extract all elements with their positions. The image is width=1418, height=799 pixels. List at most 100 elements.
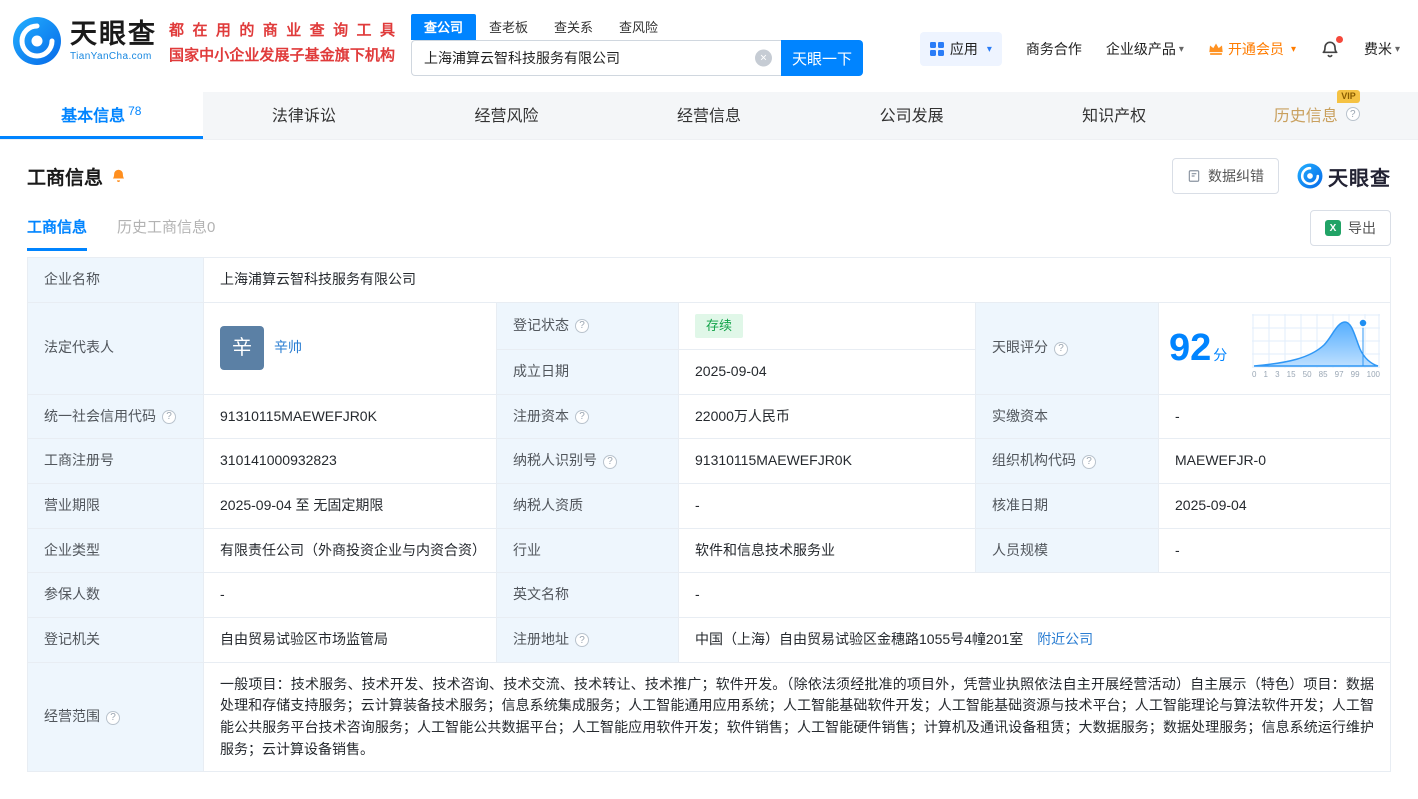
label-company-type: 企业类型	[27, 527, 204, 574]
tab-label: 经营风险	[474, 108, 539, 125]
help-icon[interactable]: ?	[575, 319, 589, 334]
value-industry: 软件和信息技术服务业	[678, 527, 976, 574]
search-button[interactable]: 天眼一下	[781, 40, 863, 76]
table-row: 参保人数 - 英文名称 -	[27, 572, 1391, 618]
label-business-scope: 经营范围?	[27, 661, 204, 773]
value-staff-size: -	[1158, 527, 1391, 574]
value-credit-code: 91310115MAEWEFJR0K	[203, 393, 497, 440]
subtab-business-info[interactable]: 工商信息	[27, 216, 88, 251]
tab-label: 法律诉讼	[271, 108, 336, 125]
export-label: 导出	[1348, 220, 1376, 236]
tab-label: 基本信息 78	[61, 104, 142, 125]
score-tick: 15	[1286, 370, 1296, 380]
tianyancha-logo-icon	[1297, 163, 1323, 189]
value-company-name: 上海浦算云智科技服务有限公司	[203, 257, 1391, 303]
tab-count-badge: 78	[128, 104, 142, 118]
help-icon[interactable]: ?	[603, 454, 617, 469]
help-icon[interactable]: ?	[1054, 341, 1068, 356]
help-icon[interactable]: ?	[1082, 454, 1096, 469]
avatar[interactable]: 辛	[220, 326, 264, 371]
tab-operational-risk[interactable]: 经营风险	[405, 92, 608, 139]
tab-basic-info[interactable]: 基本信息 78	[0, 92, 203, 139]
tab-intellectual-property[interactable]: 知识产权	[1013, 92, 1216, 139]
search-tab-relation[interactable]: 查关系	[541, 14, 606, 40]
tab-legal-proceedings[interactable]: 法律诉讼	[203, 92, 406, 139]
score-tick: 99	[1350, 370, 1360, 380]
value-legal-rep: 辛 辛帅	[203, 301, 497, 395]
section-title: 工商信息	[27, 167, 104, 189]
label-taxpayer-id: 纳税人识别号?	[496, 438, 679, 484]
search-input-wrap: ×	[411, 40, 781, 76]
label-english-name: 英文名称	[496, 572, 679, 618]
value-reg-address: 中国（上海）自由贸易试验区金穗路1055号4幢201室 附近公司	[678, 617, 1391, 663]
nav-cooperation[interactable]: 商务合作	[1026, 39, 1082, 59]
tab-company-development[interactable]: 公司发展	[810, 92, 1013, 139]
label-approval-date: 核准日期	[975, 482, 1159, 529]
nav-enterprise[interactable]: 企业级产品 ▾	[1106, 39, 1184, 59]
value-taxpayer-id: 91310115MAEWEFJR0K	[678, 438, 976, 484]
tianyancha-logo[interactable]: 天眼查 TianYanCha.com	[12, 16, 157, 66]
value-reg-status: 存续	[678, 301, 976, 350]
help-icon[interactable]: ?	[106, 710, 120, 725]
label-company-name: 企业名称	[27, 257, 204, 303]
help-icon[interactable]: ?	[162, 409, 176, 424]
subtab-history-business-info[interactable]: 历史工商信息0	[117, 216, 215, 251]
site-header: 天眼查 TianYanCha.com 都在用的商业查询工具 国家中小企业发展子基…	[0, 0, 1418, 92]
score-tick: 0	[1252, 370, 1257, 380]
value-reg-number: 310141000932823	[203, 438, 497, 484]
user-menu[interactable]: 费米 ▾	[1364, 39, 1400, 59]
search-input[interactable]	[412, 41, 781, 75]
tab-label: 历史信息 VIP	[1274, 90, 1360, 126]
tab-history-info[interactable]: 历史信息 VIP ?	[1215, 90, 1418, 139]
nearby-companies-link[interactable]: 附近公司	[1037, 631, 1093, 647]
apps-grid-icon	[929, 42, 944, 56]
score-unit: 分	[1213, 347, 1228, 364]
nav-vip-upgrade[interactable]: 开通会员 ▾	[1208, 39, 1296, 59]
table-row: 经营范围? 一般项目：技术服务、技术开发、技术咨询、技术交流、技术转让、技术推广…	[27, 661, 1391, 773]
search-clear-icon[interactable]: ×	[755, 49, 772, 67]
legal-rep-link[interactable]: 辛帅	[274, 337, 302, 359]
tab-label: 知识产权	[1082, 108, 1147, 125]
search-tab-boss[interactable]: 查老板	[476, 14, 541, 40]
tianyancha-watermark: 天眼查	[1297, 162, 1391, 191]
notification-dot	[1335, 36, 1343, 43]
apps-menu[interactable]: 应用 ▾	[919, 32, 1002, 66]
notification-bell[interactable]	[1320, 36, 1343, 59]
subtab-count: 0	[207, 219, 216, 236]
vip-badge: VIP	[1337, 90, 1360, 103]
search-tab-risk[interactable]: 查风险	[606, 14, 671, 40]
score-curve	[1252, 314, 1380, 369]
label-reg-capital: 注册资本?	[496, 393, 679, 440]
value-company-type: 有限责任公司（外商投资企业与内资合资）	[203, 527, 497, 574]
help-icon[interactable]: ?	[575, 633, 589, 648]
promo-slogan: 都在用的商业查询工具 国家中小企业发展子基金旗下机构	[169, 19, 395, 69]
alert-bell-icon[interactable]	[111, 168, 126, 184]
label-insured-count: 参保人数	[27, 572, 204, 618]
score-number: 92 分	[1169, 329, 1227, 367]
label-tyc-score: 天眼评分?	[975, 301, 1159, 395]
brand-domain: TianYanCha.com	[70, 51, 152, 63]
score-chart-xticks: 0 1 3 15 50 85 97 99 100	[1252, 369, 1380, 381]
value-english-name: -	[678, 572, 1391, 618]
watermark-text: 天眼查	[1328, 167, 1391, 190]
value-tyc-score: 92 分 0 1 3 15 50 85 97 99 100	[1158, 301, 1391, 395]
score-value: 92	[1169, 327, 1212, 370]
label-reg-status: 登记状态?	[496, 301, 679, 350]
value-business-scope: 一般项目：技术服务、技术开发、技术咨询、技术交流、技术转让、技术推广；软件开发。…	[203, 661, 1391, 773]
value-paid-capital: -	[1158, 393, 1391, 440]
search-area: 查公司 查老板 查关系 查风险 × 天眼一下	[411, 14, 863, 76]
tab-business-info[interactable]: 经营信息	[608, 92, 811, 139]
value-org-code: MAEWEFJR-0	[1158, 438, 1391, 484]
export-button[interactable]: X 导出	[1310, 210, 1391, 246]
user-name: 费米	[1363, 41, 1392, 57]
tab-label: 经营信息	[677, 108, 742, 125]
help-icon[interactable]: ?	[575, 409, 589, 424]
label-paid-capital: 实缴资本	[975, 393, 1159, 440]
label-reg-address: 注册地址?	[496, 617, 679, 663]
data-correction-button[interactable]: 数据纠错	[1172, 158, 1279, 194]
search-tab-company[interactable]: 查公司	[411, 14, 477, 40]
status-badge: 存续	[695, 313, 744, 338]
promo-line2: 国家中小企业发展子基金旗下机构	[169, 46, 395, 64]
score-tick: 100	[1366, 370, 1380, 380]
label-reg-number: 工商注册号	[27, 438, 204, 484]
